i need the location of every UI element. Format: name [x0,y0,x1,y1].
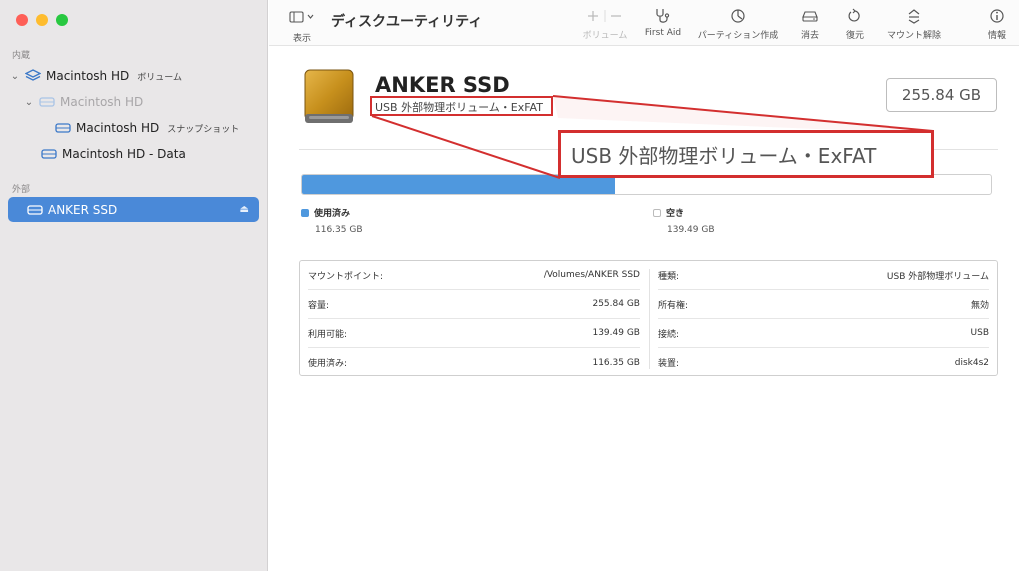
close-window-button[interactable] [16,14,28,26]
legend-used: 使用済み 116.35 GB [301,206,363,235]
minimize-window-button[interactable] [36,14,48,26]
sidebar-item-anker-ssd[interactable]: ANKER SSD ⏏ [8,197,259,222]
sidebar-item-macintosh-hd-data[interactable]: Macintosh HD - Data [38,142,259,166]
external-drive-large-icon [301,68,357,126]
capacity-badge: 255.84 GB [886,78,997,112]
table-row: 容量: 255.84 GB [308,290,640,319]
stack-layers-icon [22,69,44,83]
table-row: 所有権: 無効 [658,290,989,319]
table-row: 種類: USB 外部物理ボリューム [658,261,989,290]
plus-minus-icon [579,7,631,25]
disk-name: ANKER SSD [375,73,510,97]
erase-drive-icon [795,7,825,25]
window-title: ディスクユーティリティ [331,14,483,30]
drive-icon [36,97,58,107]
external-drive-icon [24,204,46,215]
erase-button[interactable]: 消去 [795,7,825,41]
table-row: 装置: disk4s2 [658,357,989,370]
view-button[interactable]: 表示 [287,8,317,44]
drive-icon [52,123,74,133]
info-icon [984,7,1010,25]
sidebar-section-internal: 内蔵 [12,51,31,61]
restore-button[interactable]: 復元 [840,7,870,41]
sidebar-item-macintosh-hd-snapshot[interactable]: Macintosh HD スナップショット [52,116,259,140]
table-row: 接続: USB [658,319,989,348]
main-content: ANKER SSD USB 外部物理ボリューム・ExFAT 255.84 GB … [269,46,1019,571]
chevron-down-icon[interactable]: ⌄ [8,71,22,82]
drive-icon [38,149,60,159]
table-row: 利用可能: 139.49 GB [308,319,640,348]
toolbar: 表示 ディスクユーティリティ ボリューム First Aid パーティション作成 [269,0,1019,46]
restore-arrow-icon [840,7,870,25]
chevron-down-icon[interactable]: ⌄ [22,97,36,108]
callout-zoom-label: USB 外部物理ボリューム・ExFAT [558,130,934,178]
info-button[interactable]: 情報 [984,7,1010,41]
eject-icon[interactable]: ⏏ [240,204,249,215]
first-aid-button[interactable]: First Aid [641,7,685,38]
sidebar: 内蔵 ⌄ Macintosh HD ボリューム ⌄ Macintosh HD M… [0,0,268,571]
stethoscope-icon [641,7,685,25]
info-table: マウントポイント: /Volumes/ANKER SSD 容量: 255.84 … [299,260,998,376]
sidebar-item-macintosh-hd-volume[interactable]: ⌄ Macintosh HD ボリューム [8,64,259,88]
pie-partition-icon [697,7,779,25]
legend-free: 空き 139.49 GB [653,206,715,235]
used-swatch [301,209,309,217]
free-swatch [653,209,661,217]
zoom-window-button[interactable] [56,14,68,26]
sidebar-section-external: 外部 [12,185,31,195]
table-row: 使用済み: 116.35 GB [308,357,640,370]
table-divider [649,269,650,369]
sidebar-toggle-icon [289,8,315,27]
volume-button[interactable]: ボリューム [579,7,631,41]
table-row: マウントポイント: /Volumes/ANKER SSD [308,261,640,290]
unmount-button[interactable]: マウント解除 [881,7,947,41]
sidebar-item-macintosh-hd-container[interactable]: ⌄ Macintosh HD [22,90,259,114]
partition-button[interactable]: パーティション作成 [697,7,779,41]
disk-utility-window: 内蔵 ⌄ Macintosh HD ボリューム ⌄ Macintosh HD M… [0,0,1019,571]
unmount-icon [881,7,947,25]
callout-source-box [370,96,553,116]
window-controls [16,14,68,26]
